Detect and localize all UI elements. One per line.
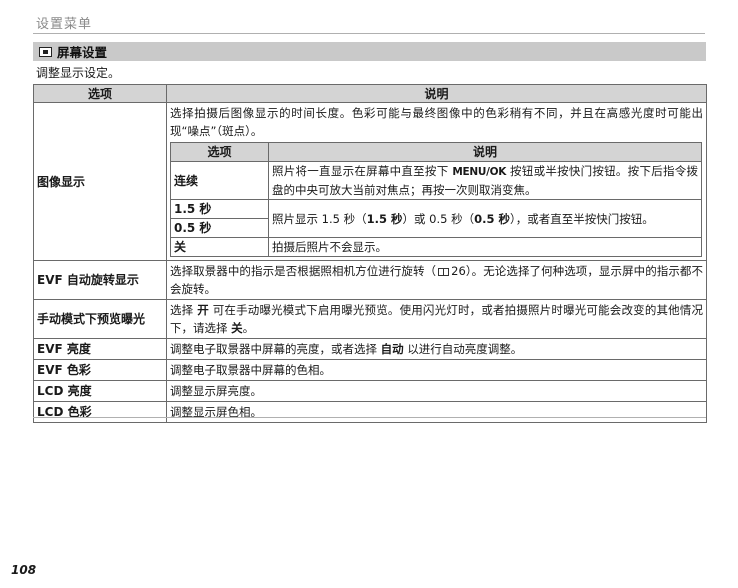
menu-ok-key: MENU/OK [452,166,507,178]
table-row: 1.5 秒 照片显示 1.5 秒（1.5 秒）或 0.5 秒（0.5 秒），或者… [170,199,702,238]
preview-on-label: 开 [197,303,209,317]
description-evf-auto-rotate: 选择取景器中的指示是否根据照相机方位进行旋转（ 26）。无论选择了何种选项，显示屏… [166,260,707,300]
table-row: 手动模式下预览曝光 选择 开 可在手动曝光模式下启用曝光预览。使用闪光灯时，或者… [33,299,707,339]
option-lcd-color: LCD 色彩 [33,401,167,423]
menu-header-title: 设置菜单 [36,17,93,32]
sub-column-header-description: 说明 [268,142,702,162]
description-evf-color: 调整电子取景器中屏幕的色相。 [166,359,707,381]
description-image-display: 选择拍摄后图像显示的时间长度。色彩可能与最终图像中的色彩稍有不同，并且在高感光度… [166,102,707,261]
table-row: EVF 自动旋转显示 选择取景器中的指示是否根据照相机方位进行旋转（ 26）。无论… [33,260,707,300]
description-lcd-brightness: 调整显示屏亮度。 [166,380,707,402]
preview-text-c: 。 [242,321,255,335]
evf-rotate-text-a: 选择取景器中的指示是否根据照相机方位进行旋转（ [170,264,437,278]
header-divider [33,33,705,34]
table-header-row: 选项 说明 [33,84,707,103]
timed-text-c: ）或 0.5 秒（ [402,211,475,226]
table-row: EVF 色彩 调整电子取景器中屏幕的色相。 [33,359,707,381]
subtable-header-row: 选项 说明 [170,142,702,162]
auto-label: 自动 [380,342,404,356]
option-evf-color: EVF 色彩 [33,359,167,381]
description-lcd-color: 调整显示屏色相。 [166,401,707,423]
option-image-display: 图像显示 [33,102,167,261]
sub-option-0-5-sec: 0.5 秒 [170,218,269,238]
book-page-icon [438,268,450,276]
column-header-description: 说明 [166,84,707,103]
option-evf-auto-rotate: EVF 自动旋转显示 [33,260,167,300]
image-display-subtable: 选项 说明 连续 照片将一直显示在屏幕中直至按下 MENU/OK 按钮或半按快门… [170,142,702,257]
table-row: LCD 亮度 调整显示屏亮度。 [33,380,707,402]
timed-bold-1-5: 1.5 秒 [366,211,403,226]
table-row: 关 拍摄后照片不会显示。 [170,237,702,257]
table-row: LCD 色彩 调整显示屏色相。 [33,401,707,423]
preview-text-a: 选择 [170,303,194,317]
sub-option-continuous: 连续 [170,161,269,200]
evf-brightness-text-a: 调整电子取景器中屏幕的亮度，或者选择 [170,342,377,356]
option-evf-brightness: EVF 亮度 [33,338,167,360]
settings-table: 选项 说明 图像显示 选择拍摄后图像显示的时间长度。色彩可能与最终图像中的色彩稍… [33,84,707,423]
section-heading-bar: 屏幕设置 [33,42,706,61]
continuous-text-a: 照片将一直显示在屏幕中直至按下 [272,164,449,178]
preview-off-label: 关 [231,321,243,335]
screen-settings-icon [39,46,52,57]
table-row: 连续 照片将一直显示在屏幕中直至按下 MENU/OK 按钮或半按快门按钮。按下后… [170,161,702,200]
table-row: 图像显示 选择拍摄后图像显示的时间长度。色彩可能与最终图像中的色彩稍有不同，并且… [33,102,707,261]
sub-description-timed: 照片显示 1.5 秒（1.5 秒）或 0.5 秒（0.5 秒），或者直至半按快门… [268,199,702,238]
image-display-text: 选择拍摄后图像显示的时间长度。色彩可能与最终图像中的色彩稍有不同，并且在高感光度… [170,106,703,138]
option-lcd-brightness: LCD 亮度 [33,380,167,402]
timed-text-a: 照片显示 1.5 秒（ [272,211,367,226]
sub-option-off: 关 [170,237,269,257]
bottom-divider [33,417,706,418]
sub-option-1-5-sec: 1.5 秒 [170,199,269,219]
option-preview-exposure: 手动模式下预览曝光 [33,299,167,339]
timed-text-d: ），或者直至半按快门按钮。 [510,211,654,226]
evf-brightness-text-b: 以进行自动亮度调整。 [407,342,523,356]
timed-bold-0-5: 0.5 秒 [474,211,510,226]
description-evf-brightness: 调整电子取景器中屏幕的亮度，或者选择 自动 以进行自动亮度调整。 [166,338,707,360]
page-number: 108 [11,563,37,577]
page-reference: 26 [451,264,466,278]
section-title: 屏幕设置 [57,45,108,60]
sub-description-off: 拍摄后照片不会显示。 [268,237,702,257]
table-row: EVF 亮度 调整电子取景器中屏幕的亮度，或者选择 自动 以进行自动亮度调整。 [33,338,707,360]
sub-column-header-option: 选项 [170,142,269,162]
sub-description-continuous: 照片将一直显示在屏幕中直至按下 MENU/OK 按钮或半按快门按钮。按下后指令拨… [268,161,702,200]
column-header-option: 选项 [33,84,167,103]
section-intro: 调整显示设定。 [36,66,121,80]
description-preview-exposure: 选择 开 可在手动曝光模式下启用曝光预览。使用闪光灯时，或者拍摄照片时曝光可能会… [166,299,707,339]
